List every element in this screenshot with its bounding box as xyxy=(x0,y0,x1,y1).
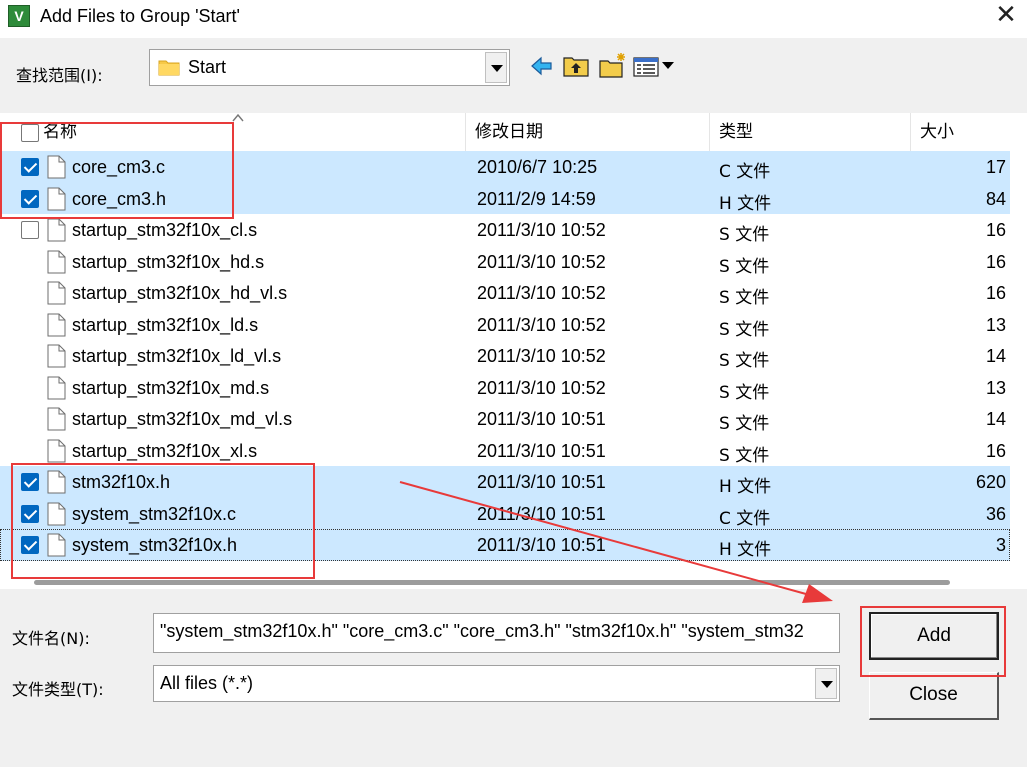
file-type: S 文件 xyxy=(719,414,770,434)
annotation-box-core-files xyxy=(0,122,234,219)
file-date: 2011/3/10 10:51 xyxy=(477,503,606,524)
file-icon xyxy=(47,250,66,273)
file-type: H 文件 xyxy=(719,540,772,560)
file-date: 2011/3/10 10:51 xyxy=(477,535,606,555)
file-size: 16 xyxy=(985,220,1006,240)
file-date: 2011/3/10 10:52 xyxy=(477,220,606,240)
file-type: S 文件 xyxy=(719,445,770,466)
file-name: startup_stm32f10x_hd_vl.s xyxy=(72,283,288,303)
file-icon xyxy=(47,344,66,368)
annotation-box-stm32-files xyxy=(11,463,315,579)
file-type: S 文件 xyxy=(719,382,770,403)
file-type: C 文件 xyxy=(719,508,771,529)
file-type: S 文件 xyxy=(719,256,770,277)
file-type: H 文件 xyxy=(719,477,772,497)
window-title: Add Files to Group 'Start' xyxy=(40,6,240,26)
file-row[interactable]: startup_stm32f10x_hd_vl.s 2011/3/10 10:52… xyxy=(0,277,1010,309)
file-date: 2011/3/10 10:52 xyxy=(477,377,606,398)
file-checkbox[interactable] xyxy=(21,221,39,239)
look-in-label: 查找范围(I): xyxy=(16,66,103,85)
file-name: startup_stm32f10x_ld.s xyxy=(72,314,259,335)
file-date: 2011/3/10 10:51 xyxy=(477,472,606,492)
file-icon xyxy=(47,313,66,336)
file-date: 2011/2/9 14:59 xyxy=(477,188,596,209)
file-name-input[interactable]: "system_stm32f10x.h" "core_cm3.c" "core_… xyxy=(153,613,840,653)
column-header-size[interactable]: 大小 xyxy=(912,113,1010,151)
file-date: 2011/3/10 10:52 xyxy=(477,346,606,366)
file-date: 2011/3/10 10:51 xyxy=(477,409,606,429)
file-size: 84 xyxy=(985,188,1006,209)
look-in-dropdown[interactable]: Start xyxy=(149,49,510,86)
app-icon: V xyxy=(8,5,30,27)
file-row[interactable]: startup_stm32f10x_ld.s 2011/3/10 10:52 S 文… xyxy=(0,309,1010,341)
file-size: 13 xyxy=(985,314,1006,335)
file-type: S 文件 xyxy=(719,288,770,308)
close-button[interactable]: Close xyxy=(869,672,999,720)
column-header-modified[interactable]: 修改日期 xyxy=(467,113,710,151)
file-size: 36 xyxy=(985,503,1006,524)
file-row[interactable]: startup_stm32f10x_md_vl.s 2011/3/10 10:51… xyxy=(0,403,1010,435)
file-icon xyxy=(47,439,66,462)
file-date: 2011/3/10 10:52 xyxy=(477,251,606,272)
file-type-dropdown[interactable]: All files (*.*) xyxy=(153,665,840,702)
file-icon xyxy=(47,281,66,305)
scrollbar-thumb[interactable] xyxy=(34,580,950,585)
file-type: S 文件 xyxy=(719,351,770,371)
file-name-label: 文件名(N): xyxy=(12,629,90,648)
file-size: 16 xyxy=(985,251,1006,272)
new-folder-icon[interactable] xyxy=(599,52,627,80)
up-folder-icon[interactable] xyxy=(563,52,589,80)
file-icon xyxy=(47,407,66,431)
file-type-value: All files (*.*) xyxy=(160,673,254,693)
file-date: 2010/6/7 10:25 xyxy=(477,157,598,177)
file-icon xyxy=(47,376,66,399)
look-in-value: Start xyxy=(188,57,227,77)
close-window-button[interactable]: ✕ xyxy=(992,2,1020,30)
file-type: C 文件 xyxy=(719,162,771,182)
file-date: 2011/3/10 10:52 xyxy=(477,314,606,335)
back-arrow-icon[interactable] xyxy=(530,52,554,80)
column-header-type[interactable]: 类型 xyxy=(711,113,911,151)
file-name: startup_stm32f10x_md_vl.s xyxy=(72,409,293,429)
file-name: startup_stm32f10x_hd.s xyxy=(72,251,265,272)
file-size: 620 xyxy=(975,472,1006,492)
file-row[interactable]: startup_stm32f10x_xl.s 2011/3/10 10:51 S 文… xyxy=(0,435,1010,467)
file-type-label: 文件类型(T): xyxy=(12,680,104,699)
file-size: 13 xyxy=(985,377,1006,398)
file-icon xyxy=(47,218,66,242)
file-row[interactable]: startup_stm32f10x_md.s 2011/3/10 10:52 S 文… xyxy=(0,372,1010,404)
file-size: 14 xyxy=(985,346,1006,366)
file-size: 16 xyxy=(985,440,1006,461)
chevron-down-icon[interactable] xyxy=(485,52,507,83)
file-date: 2011/3/10 10:52 xyxy=(477,283,606,303)
view-menu-icon[interactable] xyxy=(633,52,675,80)
file-row[interactable]: startup_stm32f10x_ld_vl.s 2011/3/10 10:52… xyxy=(0,340,1010,372)
file-size: 14 xyxy=(985,409,1006,429)
file-date: 2011/3/10 10:51 xyxy=(477,440,606,461)
file-row[interactable]: startup_stm32f10x_hd.s 2011/3/10 10:52 S 文… xyxy=(0,246,1010,278)
annotation-box-add-button xyxy=(860,606,1006,677)
title-bar: V Add Files to Group 'Start' ✕ xyxy=(0,0,1027,38)
file-name: startup_stm32f10x_md.s xyxy=(72,377,270,398)
file-name: startup_stm32f10x_ld_vl.s xyxy=(72,346,282,366)
file-size: 16 xyxy=(985,283,1006,303)
file-type: S 文件 xyxy=(719,319,770,340)
file-size: 17 xyxy=(985,157,1006,177)
folder-icon xyxy=(158,60,180,76)
file-type: S 文件 xyxy=(719,225,770,245)
file-size: 3 xyxy=(995,535,1006,555)
file-type: H 文件 xyxy=(719,193,772,214)
horizontal-scrollbar[interactable] xyxy=(0,579,1010,589)
file-name: startup_stm32f10x_xl.s xyxy=(72,440,258,461)
file-name: startup_stm32f10x_cl.s xyxy=(72,220,258,240)
chevron-down-icon[interactable] xyxy=(815,668,837,699)
